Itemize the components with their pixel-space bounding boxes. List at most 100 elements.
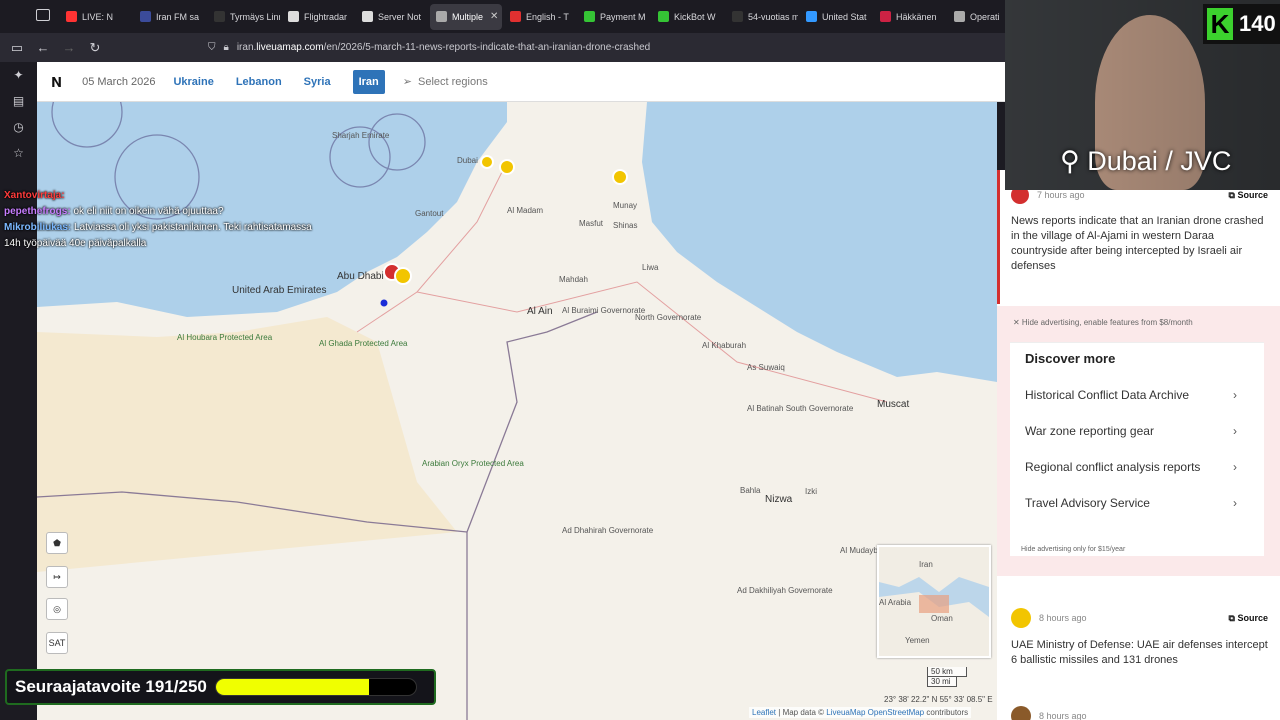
site-header: ɴ 05 March 2026 Ukraine Lebanon Syria Iran …: [37, 62, 1005, 102]
map-place-label: Ad Dhahirah Governorate: [562, 526, 654, 535]
chat-message: pepethefrogs: ok eli niit on oikein vähä…: [4, 206, 224, 217]
leaflet-link[interactable]: Leaflet: [752, 708, 776, 717]
url-text: iran.liveuamap.com/en/2026/5-march-11-ne…: [236, 42, 651, 53]
osm-link[interactable]: OpenStreetMap: [868, 708, 924, 717]
map-place-label: Al Mudaybi: [840, 546, 880, 555]
url-bar[interactable]: ⛉ 🔒︎ iran.liveuamap.com/en/2026/5-march-…: [208, 42, 650, 53]
map-place-label: Al Houbara Protected Area: [177, 333, 273, 342]
tab-favicon-icon: [140, 11, 151, 22]
news-card[interactable]: 8 hours ago ⧉ Source UAE Ministry of Def…: [997, 608, 1280, 668]
minimap[interactable]: Iran Al Arabia Oman Yemen: [877, 545, 991, 658]
map-place-label: Sharjah Emirate: [332, 131, 390, 140]
shield-icon: ⛉: [208, 42, 216, 53]
select-regions-button[interactable]: ➢ Select regions: [403, 75, 488, 89]
location-label: ⚲ Dubai / JVC: [1060, 146, 1232, 176]
news-feed: 7 hours ago ⧉ Source News reports indica…: [997, 170, 1280, 720]
ai-icon[interactable]: ✦: [0, 62, 37, 88]
region-tab-syria[interactable]: Syria: [304, 76, 331, 88]
tab-favicon-icon: [436, 11, 447, 22]
minimap-label-arabia: Al Arabia: [879, 598, 912, 607]
discover-item[interactable]: War zone reporting gear ›: [1010, 415, 1264, 451]
tab-favicon-icon: [954, 11, 965, 22]
reload-icon[interactable]: ↻: [82, 35, 108, 61]
star-icon[interactable]: ☆: [0, 140, 37, 166]
map-place-label: Masfut: [579, 219, 604, 228]
viewer-count: 140: [1239, 11, 1276, 36]
map-place-label: Al Ghada Protected Area: [319, 339, 408, 348]
map-place-label: Arabian Oryx Protected Area: [422, 459, 524, 468]
map-place-label: Shinas: [613, 221, 638, 230]
browser-tab[interactable]: KickBot W: [652, 4, 724, 30]
discover-item[interactable]: Historical Conflict Data Archive ›: [1010, 379, 1264, 415]
browser-tab[interactable]: Multiple ✕: [430, 3, 502, 30]
tab-favicon-icon: [288, 11, 299, 22]
viewer-count-badge: K 140: [1203, 4, 1280, 44]
region-tab-ukraine[interactable]: Ukraine: [173, 76, 213, 88]
browser-tab[interactable]: Server Not: [356, 4, 428, 30]
browser-nav-bar: ▭ ← → ↻ ⛉ 🔒︎ iran.liveuamap.com/en/2026/…: [0, 33, 1005, 62]
map-place-label: Bahla: [740, 486, 761, 495]
lock-icon: 🔒︎: [223, 42, 229, 53]
browser-tab[interactable]: LIVE: N: [60, 4, 132, 30]
tab-favicon-icon: [806, 11, 817, 22]
forward-icon[interactable]: →: [56, 35, 82, 61]
liveuamap-logo[interactable]: ɴ: [51, 71, 62, 92]
satellite-toggle-button[interactable]: SAT: [46, 632, 68, 654]
bookmark-panel-icon[interactable]: ▤: [0, 88, 37, 114]
follower-goal-widget: Seuraajatavoite 191/250: [5, 669, 436, 705]
browser-tab[interactable]: 54-vuotias mie: [726, 4, 798, 30]
browser-tab[interactable]: Iran FM sa: [134, 4, 206, 30]
browser-tab[interactable]: Tyrmäys Linnan: [208, 4, 280, 30]
sidebar-toggle-icon[interactable]: ▭: [4, 35, 30, 61]
tab-favicon-icon: [732, 11, 743, 22]
discover-more-box: Discover more Historical Conflict Data A…: [1010, 342, 1264, 556]
map-place-label: Muscat: [877, 399, 910, 410]
measure-icon[interactable]: ↦: [46, 566, 68, 588]
discover-item[interactable]: Travel Advisory Service ›: [1010, 487, 1264, 523]
map-place-label: Liwa: [642, 263, 659, 272]
browser-tab[interactable]: Häkkänen: [874, 4, 946, 30]
back-icon[interactable]: ←: [30, 35, 56, 61]
liveuamap-link[interactable]: LiveuaMap: [826, 708, 865, 717]
region-tab-iran[interactable]: Iran: [352, 69, 385, 94]
minimap-label-iran: Iran: [919, 560, 933, 569]
map-scale: 50 km 30 mi: [927, 667, 967, 687]
goal-label: Seuraajatavoite 191/250: [15, 677, 207, 696]
coords-readout: 23° 38' 22.2" N 55° 33' 08.5" E: [884, 695, 993, 704]
map-place-label: United Arab Emirates: [232, 285, 327, 296]
browser-tab[interactable]: Payment M: [578, 4, 650, 30]
tab-overview-icon[interactable]: [36, 9, 50, 21]
chat-message: Mikrobiliukas: Latviassa oli yksi pakist…: [4, 222, 312, 249]
discover-item[interactable]: Regional conflict analysis reports ›: [1010, 451, 1264, 487]
browser-tab[interactable]: English - T: [504, 4, 576, 30]
hide-layer-icon[interactable]: ◎: [46, 598, 68, 620]
map-place-label: Abu Dhabi: [337, 271, 384, 282]
tab-favicon-icon: [880, 11, 891, 22]
hide-ads-yearly-link[interactable]: Hide advertising only for $15/year: [1021, 546, 1125, 553]
card-text: News reports indicate that an Iranian dr…: [1011, 215, 1264, 272]
tab-favicon-icon: [510, 11, 521, 22]
goal-progress-bar: [214, 678, 417, 696]
browser-tab[interactable]: United Stat: [800, 4, 872, 30]
draw-polygon-icon[interactable]: ⬟: [46, 532, 68, 554]
map-place-label: Gantout: [415, 209, 444, 218]
map-place-label: As Suwaiq: [747, 363, 785, 372]
region-tab-lebanon[interactable]: Lebanon: [236, 76, 282, 88]
tab-favicon-icon: [214, 11, 225, 22]
hide-ads-link[interactable]: ✕ Hide advertising, enable features from…: [1013, 318, 1193, 327]
close-tab-icon[interactable]: ✕: [490, 11, 498, 22]
map-place-label: Al Khaburah: [702, 341, 747, 350]
discover-title: Discover more: [1025, 351, 1116, 366]
news-card[interactable]: 8 hours ago: [997, 706, 1280, 720]
kick-logo-icon: K: [1207, 8, 1233, 40]
browser-tab[interactable]: Flightradar: [282, 4, 354, 30]
minimap-label-oman: Oman: [931, 614, 953, 623]
tab-favicon-icon: [66, 11, 77, 22]
date-label[interactable]: 05 March 2026: [82, 76, 155, 88]
source-link[interactable]: ⧉ Source: [1229, 190, 1268, 201]
source-link[interactable]: ⧉ Source: [1229, 613, 1268, 624]
card-time: 7 hours ago: [1037, 190, 1085, 200]
history-icon[interactable]: ◷: [0, 114, 37, 140]
minimap-label-yemen: Yemen: [905, 636, 930, 645]
news-card[interactable]: 7 hours ago ⧉ Source News reports indica…: [997, 186, 1280, 274]
